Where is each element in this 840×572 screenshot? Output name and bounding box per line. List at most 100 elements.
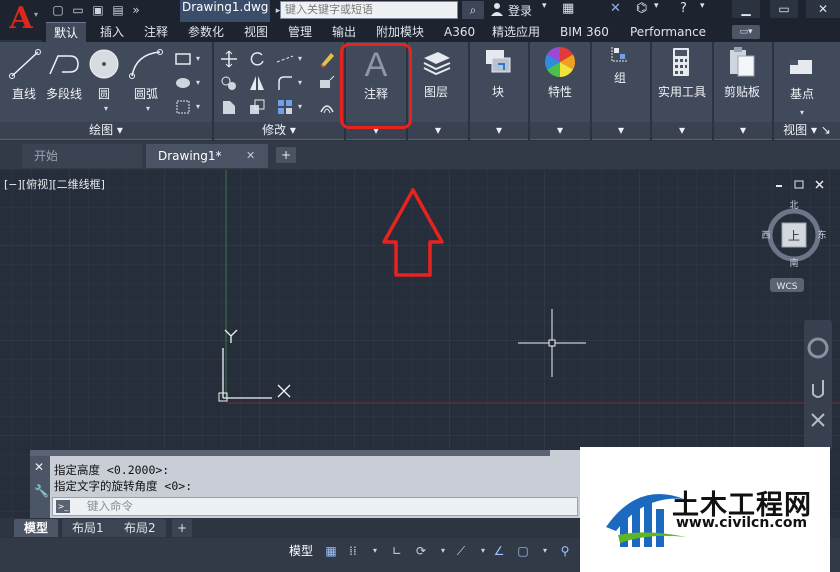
tab-insert[interactable]: 插入 xyxy=(92,22,132,42)
chevron-down-icon[interactable]: ▾ xyxy=(196,78,200,87)
save-icon[interactable]: ▣ xyxy=(90,2,106,18)
tab-view[interactable]: 视图 xyxy=(236,22,276,42)
snap-icon[interactable]: ⁞⁞ xyxy=(344,542,362,560)
chevron-down-icon[interactable]: ▾ xyxy=(654,1,659,11)
login-link[interactable]: 登录 xyxy=(508,2,532,19)
more-commands-icon[interactable]: » xyxy=(128,2,144,18)
chevron-down-icon[interactable]: ▾ xyxy=(434,542,452,560)
view-panel-footer[interactable]: 视图 ▾ ↘ xyxy=(774,122,840,139)
clipboard-button[interactable]: 剪贴板 xyxy=(720,46,764,100)
hatch-icon[interactable] xyxy=(174,74,192,92)
command-input[interactable]: 键入命令 xyxy=(52,497,578,516)
properties-panel-footer[interactable]: ▾ xyxy=(530,122,590,139)
copy-icon[interactable] xyxy=(220,74,238,92)
help-icon[interactable]: ? xyxy=(680,1,687,16)
offset-icon[interactable] xyxy=(318,98,336,116)
tab-addins[interactable]: 附加模块 xyxy=(368,22,432,42)
base-point-button[interactable]: 基点 xyxy=(782,50,822,102)
customize-wrench-icon[interactable]: 🔧 xyxy=(34,484,49,498)
chevron-down-icon[interactable]: ▾ xyxy=(196,54,200,63)
a360-icon[interactable]: ⌬ xyxy=(636,1,647,16)
tab-bim360[interactable]: BIM 360 xyxy=(552,22,617,42)
mirror-icon[interactable] xyxy=(248,74,266,92)
rotate-icon[interactable] xyxy=(248,50,266,68)
close-tab-icon[interactable]: ✕ xyxy=(246,144,255,168)
close-icon[interactable]: ✕ xyxy=(806,0,840,18)
scale-icon[interactable] xyxy=(248,98,266,116)
maximize-icon[interactable]: ▭ xyxy=(770,0,798,18)
group-button[interactable]: 组 xyxy=(600,46,640,86)
isodraft-icon[interactable]: ⟋ xyxy=(452,542,470,560)
array-icon[interactable] xyxy=(276,98,294,116)
layers-panel-footer[interactable]: ▾ xyxy=(408,122,468,139)
modify-panel-footer[interactable]: 修改 ▾ xyxy=(214,122,344,139)
utilities-panel-footer[interactable]: ▾ xyxy=(652,122,712,139)
stretch-icon[interactable] xyxy=(220,98,238,116)
tab-parametric[interactable]: 参数化 xyxy=(180,22,232,42)
layers-button[interactable]: 图层 xyxy=(416,46,456,100)
application-menu-button[interactable]: A ▾ xyxy=(0,0,42,40)
polar-icon[interactable]: ⟳ xyxy=(412,542,430,560)
tab-layout1[interactable]: 布局1 xyxy=(62,519,114,537)
command-prompt-icon[interactable]: >_ xyxy=(56,500,70,513)
chevron-down-icon[interactable]: ▾ xyxy=(536,542,554,560)
trim-icon[interactable] xyxy=(276,50,294,68)
tab-layout2[interactable]: 布局2 xyxy=(114,519,166,537)
tab-model[interactable]: 模型 xyxy=(14,519,59,537)
search-input[interactable]: 键入关键字或短语 xyxy=(280,1,458,19)
minimize-icon[interactable]: ▁ xyxy=(732,0,760,18)
viewport-controls-label[interactable]: [−][俯视][二维线框] xyxy=(4,176,105,192)
chevron-down-icon[interactable]: ▾ xyxy=(196,102,200,111)
chevron-down-icon[interactable]: ▾ xyxy=(298,78,302,87)
binoculars-icon[interactable]: ⌕ xyxy=(462,1,484,19)
new-layout-button[interactable]: + xyxy=(172,519,193,537)
tab-a360[interactable]: A360 xyxy=(436,22,483,42)
rectangle-icon[interactable] xyxy=(174,50,192,68)
chevron-down-icon[interactable]: ▾ xyxy=(146,104,150,113)
tab-default[interactable]: 默认 xyxy=(46,22,87,42)
chevron-down-icon[interactable]: ▾ xyxy=(298,54,302,63)
tab-output[interactable]: 输出 xyxy=(324,22,364,42)
new-file-icon[interactable]: ▢ xyxy=(50,2,66,18)
chevron-down-icon[interactable]: ▾ xyxy=(104,104,108,113)
help-center-icon[interactable]: ▦ xyxy=(562,1,574,16)
move-icon[interactable] xyxy=(220,50,238,68)
clipboard-panel-footer[interactable]: ▾ xyxy=(714,122,772,139)
navigation-bar[interactable] xyxy=(804,320,832,450)
explode-icon[interactable] xyxy=(318,74,336,92)
chevron-down-icon[interactable]: ▾ xyxy=(700,1,705,11)
tab-start[interactable]: 开始 xyxy=(22,144,142,168)
chevron-down-icon[interactable]: ▾ xyxy=(542,1,547,11)
object-snap-icon[interactable]: ▢ xyxy=(514,542,532,560)
tab-featured-apps[interactable]: 精选应用 xyxy=(484,22,548,42)
chevron-down-icon[interactable]: ▾ xyxy=(366,542,384,560)
polyline-tool[interactable]: 多段线 xyxy=(44,48,84,102)
line-tool[interactable]: 直线 xyxy=(4,48,44,102)
tab-annotate[interactable]: 注释 xyxy=(136,22,176,42)
annotation-scale-icon[interactable]: ⚲ xyxy=(556,542,574,560)
ortho-icon[interactable]: ∟ xyxy=(388,542,406,560)
draw-panel-footer[interactable]: 绘图 ▾ xyxy=(0,122,212,139)
model-space-button[interactable]: 模型 xyxy=(289,542,313,560)
open-file-icon[interactable]: ▭ xyxy=(70,2,86,18)
properties-button[interactable]: 特性 xyxy=(540,46,580,100)
utilities-button[interactable]: 实用工具 xyxy=(658,46,706,100)
block-panel-footer[interactable]: ▾ xyxy=(470,122,528,139)
save-as-icon[interactable]: ▤ xyxy=(110,2,126,18)
group-panel-footer[interactable]: ▾ xyxy=(592,122,650,139)
grid-icon[interactable]: ▦ xyxy=(322,542,340,560)
exchange-x-icon[interactable]: ✕ xyxy=(610,1,621,16)
circle-tool[interactable]: 圆 xyxy=(84,48,124,102)
erase-icon[interactable] xyxy=(318,50,336,68)
tab-performance[interactable]: Performance xyxy=(622,22,714,42)
new-tab-button[interactable]: + xyxy=(276,147,296,163)
ribbon-toggle-button[interactable]: ▭▾ xyxy=(732,25,760,39)
region-icon[interactable] xyxy=(174,98,192,116)
tab-manage[interactable]: 管理 xyxy=(280,22,320,42)
object-snap-tracking-icon[interactable]: ∠ xyxy=(490,542,508,560)
arc-tool[interactable]: 圆弧 xyxy=(126,48,166,102)
fillet-icon[interactable] xyxy=(276,74,294,92)
close-command-icon[interactable]: ✕ xyxy=(34,460,44,474)
command-line-grip[interactable] xyxy=(30,450,550,456)
chevron-down-icon[interactable]: ▾ xyxy=(298,102,302,111)
